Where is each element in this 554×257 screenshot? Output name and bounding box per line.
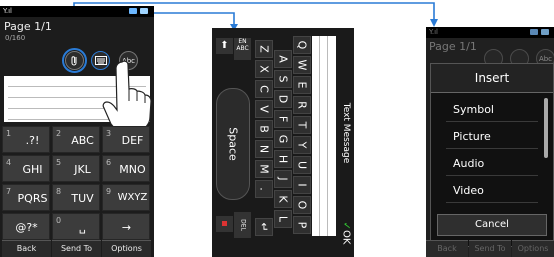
status-bar: Y.ıl	[426, 27, 554, 38]
key-m[interactable]: M	[255, 160, 273, 178]
key-arrow[interactable]: →	[102, 213, 150, 240]
key-x[interactable]: X	[255, 60, 273, 78]
key-d[interactable]: D	[274, 90, 292, 108]
insert-menu: Insert Symbol Picture Audio Video Cancel	[430, 63, 554, 247]
key-3[interactable]: 3 DEF	[102, 126, 150, 153]
menu-item-symbol[interactable]: Symbol	[440, 95, 544, 122]
key-s[interactable]: S	[274, 70, 292, 88]
phone-screen-qwerty-keyboard: ⬆ EN ABC Space DEL Z X C V B N M . ↵ A S…	[212, 28, 354, 257]
key-period[interactable]: .	[255, 180, 273, 198]
send-to-softkey[interactable]: Send To	[52, 240, 101, 257]
page-indicator: Page 1/1	[4, 20, 52, 33]
key-5[interactable]: 5 JKL	[52, 155, 100, 182]
key-6[interactable]: 6 MNO	[102, 155, 150, 182]
battery-icon	[140, 8, 148, 14]
send-to-softkey[interactable]: Send To	[469, 240, 511, 257]
paperclip-icon	[71, 55, 76, 65]
key-b[interactable]: B	[255, 120, 273, 138]
keypad: 1.?! 2 ABC 3 DEF 4 GHI 5 JKL 6 MNO 7 PQRS 8 TUV…	[0, 126, 154, 242]
options-softkey[interactable]: Options	[512, 240, 554, 257]
page-indicator: Page 1/1	[429, 40, 477, 53]
phone-screen-insert-menu: Y.ıl Page 1/1 Abc Insert Symbol Picture …	[426, 27, 554, 257]
network-icon	[129, 8, 137, 14]
key-a[interactable]: A	[274, 50, 292, 68]
ok-button[interactable]: ✓OK	[337, 218, 354, 248]
signal-icon: Y.ıl	[429, 28, 438, 36]
key-0-space[interactable]: 0 ␣	[52, 213, 100, 240]
hand-pointer-illustration	[102, 60, 152, 133]
key-symbols[interactable]: @?*	[2, 213, 50, 240]
char-counter: 0/160	[5, 34, 26, 42]
menu-scrollbar[interactable]	[544, 98, 548, 158]
delete-key[interactable]: DEL	[234, 212, 251, 238]
status-bar: Y.ıl	[0, 6, 154, 17]
menu-title: Insert	[431, 64, 553, 93]
key-z[interactable]: Z	[255, 40, 273, 58]
mode-key[interactable]: EN ABC	[234, 38, 251, 60]
message-input[interactable]	[312, 36, 336, 236]
key-1[interactable]: 1.?!	[2, 126, 50, 153]
key-k[interactable]: K	[274, 190, 292, 208]
key-4[interactable]: 4 GHI	[2, 155, 50, 182]
key-u[interactable]: U	[293, 156, 311, 174]
options-softkey[interactable]: Options	[102, 240, 151, 257]
key-2[interactable]: 2 ABC	[52, 126, 100, 153]
attach-button[interactable]	[62, 48, 87, 73]
key-n[interactable]: N	[255, 140, 273, 158]
key-v[interactable]: V	[255, 100, 273, 118]
menu-item-video[interactable]: Video	[440, 176, 544, 203]
key-f[interactable]: F	[274, 110, 292, 128]
back-softkey[interactable]: Back	[426, 240, 468, 257]
key-enter[interactable]: ↵	[255, 218, 273, 236]
key-h[interactable]: H	[274, 150, 292, 168]
key-p[interactable]: P	[293, 216, 311, 234]
menu-item-picture[interactable]: Picture	[440, 122, 544, 149]
key-l[interactable]: L	[274, 210, 292, 228]
key-8[interactable]: 8 TUV	[52, 184, 100, 211]
space-key[interactable]: Space	[216, 88, 250, 200]
shift-key[interactable]: ⬆	[216, 38, 233, 54]
phone-screen-message-editor: Y.ıl Page 1/1 0/160 Abc 1.?! 2 ABC 3 DEF 4…	[0, 6, 154, 257]
key-9[interactable]: 9 WXYZ	[102, 184, 150, 211]
message-title: Text Message	[340, 102, 351, 164]
key-w[interactable]: W	[293, 56, 311, 74]
key-r[interactable]: R	[293, 96, 311, 114]
signal-icon: Y.ıl	[3, 7, 12, 15]
key-i[interactable]: I	[293, 176, 311, 194]
key-e[interactable]: E	[293, 76, 311, 94]
cancel-button[interactable]: Cancel	[437, 214, 547, 236]
menu-item-audio[interactable]: Audio	[440, 149, 544, 176]
record-key[interactable]	[216, 216, 233, 232]
back-softkey[interactable]: Back	[2, 240, 51, 257]
key-7[interactable]: 7 PQRS	[2, 184, 50, 211]
network-icon	[530, 29, 538, 35]
key-o[interactable]: O	[293, 196, 311, 214]
key-j[interactable]: J	[274, 170, 292, 188]
key-y[interactable]: Y	[293, 136, 311, 154]
key-c[interactable]: C	[255, 80, 273, 98]
key-t[interactable]: T	[293, 116, 311, 134]
key-q[interactable]: Q	[293, 36, 311, 54]
battery-icon	[541, 29, 549, 35]
key-g[interactable]: G	[274, 130, 292, 148]
